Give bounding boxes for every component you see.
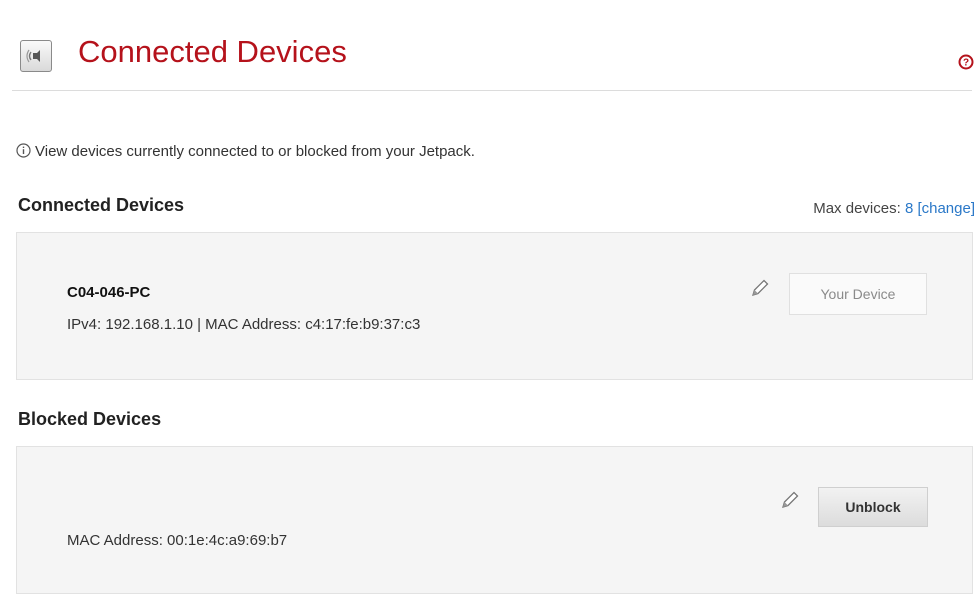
change-max-devices-link[interactable]: [change] xyxy=(917,200,975,217)
blocked-device-panel: MAC Address: 00:1e:4c:a9:69:b7 Unblock xyxy=(16,446,973,594)
page-header: Connected Devices ? xyxy=(12,0,974,91)
blocked-devices-heading: Blocked Devices xyxy=(18,409,162,429)
max-devices-label: Max devices: xyxy=(813,200,901,217)
blocked-device-details: MAC Address: 00:1e:4c:a9:69:b7 xyxy=(67,532,288,549)
your-device-button[interactable]: Your Device xyxy=(789,273,927,315)
device-name: C04-046-PC xyxy=(67,284,151,301)
help-icon[interactable]: ? xyxy=(958,54,974,70)
max-devices-value-link[interactable]: 8 xyxy=(905,200,913,217)
info-icon xyxy=(16,143,31,162)
info-text: View devices currently connected to or b… xyxy=(35,143,475,160)
connected-devices-heading: Connected Devices xyxy=(18,195,185,215)
page-title: Connected Devices xyxy=(78,34,347,69)
pencil-icon[interactable] xyxy=(780,490,800,510)
max-devices: Max devices: 8 [change] xyxy=(813,200,975,217)
info-message: View devices currently connected to or b… xyxy=(16,143,475,162)
unblock-button[interactable]: Unblock xyxy=(818,487,928,527)
speaker-icon xyxy=(20,40,52,72)
connected-device-panel: C04-046-PC IPv4: 192.168.1.10 | MAC Addr… xyxy=(16,232,973,380)
pencil-icon[interactable] xyxy=(750,278,770,298)
device-details: IPv4: 192.168.1.10 | MAC Address: c4:17:… xyxy=(67,316,421,333)
svg-text:?: ? xyxy=(963,58,969,69)
